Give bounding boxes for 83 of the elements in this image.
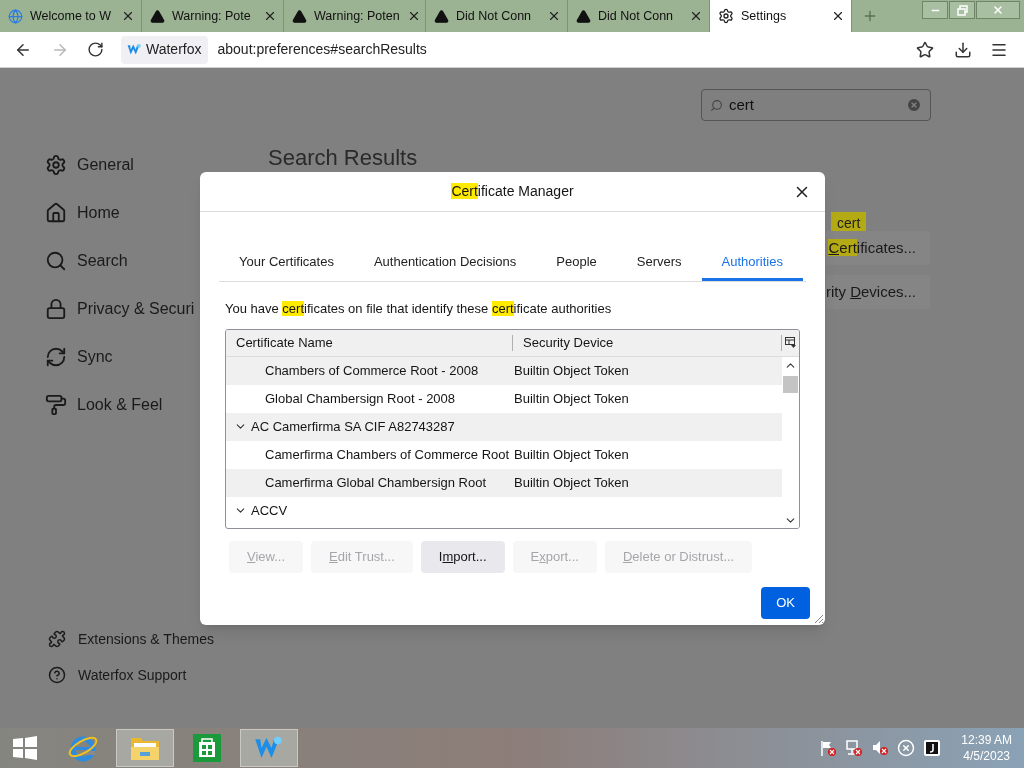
windows-logo-icon[interactable] [12,735,38,761]
scrollbar-thumb[interactable] [783,375,798,393]
sidebar-item[interactable]: Waterfox Support [78,664,187,686]
settings-button[interactable]: rity Devices... [826,275,930,309]
search-field[interactable]: cert [701,89,931,121]
close-icon[interactable] [831,9,845,23]
column-header[interactable]: Security Device [523,332,781,353]
warning-icon [576,8,591,24]
tab-title: Welcome to W [30,7,113,25]
dialog-button[interactable]: Import... [420,540,505,573]
browser-tab[interactable]: Settings [710,0,852,32]
identity-label: Waterfox [146,40,202,59]
sync-icon [45,346,67,368]
search-icon [710,98,723,112]
clear-icon[interactable] [906,97,922,113]
app-tray-icon[interactable] [923,739,942,757]
sidebar-item[interactable]: General [77,153,134,177]
reload-icon[interactable] [87,41,104,58]
speaker-muted-icon[interactable] [871,739,890,757]
tab-title: Warning: Pote [172,7,252,25]
tree-item[interactable]: AC Camerfirma SA CIF A82743287 [251,416,455,437]
warning-icon [150,8,165,24]
dialog-tab[interactable]: Authorities [701,245,803,281]
tab-title: Did Not Conn [598,7,675,25]
table-cell-text: Builtin Object Token [514,445,629,464]
tab-title: Did Not Conn [456,7,533,25]
dialog-tab[interactable]: Servers [616,245,702,281]
sidebar-item[interactable]: Search [77,249,128,273]
search-icon [45,250,67,272]
download-icon[interactable] [954,40,972,59]
globe-icon [8,8,23,24]
search-value: cert [729,94,755,115]
ok-button[interactable]: OK [761,586,810,619]
home-icon [45,202,67,224]
column-header[interactable]: Certificate Name [236,332,333,353]
tree-row[interactable]: Chambers of Commerce Root - 2008 Builtin Object Token [226,356,782,385]
dialog-tab[interactable]: People [536,245,617,281]
help-icon [48,666,66,684]
sidebar-item[interactable]: Extensions & Themes [78,628,214,650]
tree-item[interactable]: Global Chambersign Root - 2008 [265,388,456,409]
dialog-tab[interactable]: Your Certificates [219,245,354,281]
close-icon[interactable] [121,9,135,23]
star-icon[interactable] [916,40,934,59]
close-icon[interactable] [547,9,561,23]
paint-roller-icon [45,394,67,416]
url-text[interactable]: about:preferences#searchResults [217,39,427,60]
table-cell-text: Builtin Object Token [514,361,629,380]
restore-icon [956,4,968,16]
tree-item[interactable]: Camerfirma Global Chambersign Root [265,472,487,493]
resize-grip-icon[interactable] [812,612,824,624]
lock-icon [45,298,67,320]
sidebar-item[interactable]: Privacy & Securi [77,297,195,321]
close-icon [992,4,1004,16]
close-window-button[interactable] [976,1,1020,19]
tree-row[interactable]: Camerfirma Global Chambersign Root Builtin Object Token [226,468,782,497]
warning-icon [292,8,307,24]
tree-item[interactable]: ACCV [251,500,288,521]
table-cell-text: Builtin Object Token [514,389,629,408]
sidebar-item[interactable]: Home [77,201,120,225]
table-cell-text: Builtin Object Token [514,473,629,492]
tree-item[interactable]: Camerfirma Chambers of Commerce Root [265,444,510,465]
settings-icon [718,8,734,24]
error-icon[interactable] [897,739,916,757]
column-picker-icon[interactable] [785,337,796,348]
close-icon[interactable] [263,9,277,23]
page-heading: Search Results [268,145,419,171]
sidebar-item[interactable]: Look & Feel [77,393,163,417]
tab-title: Settings [741,7,788,25]
settings-icon [45,154,67,176]
network-icon[interactable] [845,739,864,757]
store-bag-icon[interactable] [192,733,222,763]
sidebar-item[interactable]: Sync [77,345,113,369]
dialog-tab[interactable]: Authentication Decisions [353,245,537,281]
puzzle-icon [48,630,66,648]
identity-box[interactable]: Waterfox [121,35,208,64]
restore-button[interactable] [949,1,975,19]
flag-icon[interactable] [819,739,838,757]
tree-row[interactable]: AC Camerfirma SA CIF A82743287 [226,412,782,441]
warning-icon [434,8,449,24]
tree-item[interactable]: Chambers of Commerce Root - 2008 [265,360,479,381]
tab-title: Warning: Poten [314,7,400,25]
close-icon[interactable] [689,9,703,23]
waterfox-logo-icon [127,42,142,57]
